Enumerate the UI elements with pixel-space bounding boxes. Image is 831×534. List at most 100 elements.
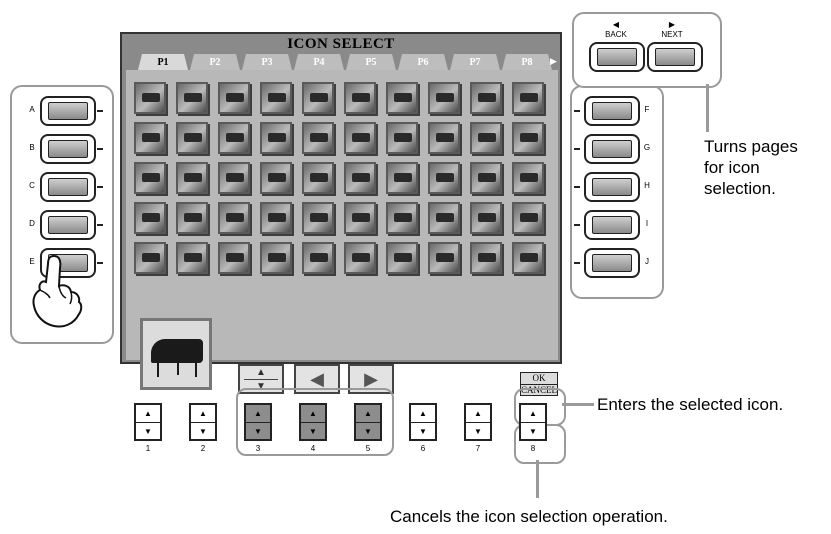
instrument-icon[interactable]: [428, 122, 460, 154]
instrument-icon[interactable]: [302, 242, 334, 274]
panel-button-j[interactable]: [584, 248, 640, 278]
instrument-icon[interactable]: [134, 202, 166, 234]
instrument-icon[interactable]: [386, 122, 418, 154]
tab-p3[interactable]: P3: [242, 54, 292, 70]
tab-p5[interactable]: P5: [346, 54, 396, 70]
panel-button-label: C: [29, 181, 35, 190]
button-number-label: 5: [365, 444, 371, 453]
down-arrow-icon[interactable]: ▼: [356, 423, 380, 440]
tab-p7[interactable]: P7: [450, 54, 500, 70]
number-button-7[interactable]: ▲ ▼: [464, 403, 492, 441]
tab-p1[interactable]: P1: [138, 54, 188, 70]
instrument-icon[interactable]: [386, 242, 418, 274]
number-button-8[interactable]: ▲ ▼: [519, 403, 547, 441]
instrument-icon[interactable]: [428, 82, 460, 114]
instrument-icon[interactable]: [386, 202, 418, 234]
instrument-icon[interactable]: [302, 82, 334, 114]
instrument-icon[interactable]: [344, 202, 376, 234]
panel-button-h[interactable]: [584, 172, 640, 202]
down-arrow-icon[interactable]: ▼: [466, 423, 490, 440]
instrument-icon[interactable]: [512, 162, 544, 194]
next-button-panel[interactable]: [647, 42, 703, 72]
instrument-icon[interactable]: [344, 242, 376, 274]
up-arrow-icon[interactable]: ▲: [301, 405, 325, 423]
up-arrow-icon[interactable]: ▲: [411, 405, 435, 423]
instrument-icon[interactable]: [344, 122, 376, 154]
number-button-4[interactable]: ▲ ▼: [299, 403, 327, 441]
panel-button-d[interactable]: [40, 210, 96, 240]
instrument-icon[interactable]: [218, 122, 250, 154]
instrument-icon[interactable]: [512, 242, 544, 274]
instrument-icon[interactable]: [470, 82, 502, 114]
instrument-icon[interactable]: [512, 122, 544, 154]
instrument-icon[interactable]: [428, 162, 460, 194]
instrument-icon[interactable]: [260, 122, 292, 154]
down-arrow-icon[interactable]: ▼: [136, 423, 160, 440]
instrument-icon[interactable]: [344, 82, 376, 114]
instrument-icon[interactable]: [428, 242, 460, 274]
number-button-5[interactable]: ▲ ▼: [354, 403, 382, 441]
up-arrow-icon[interactable]: ▲: [246, 405, 270, 423]
instrument-icon[interactable]: [134, 122, 166, 154]
number-button-2[interactable]: ▲ ▼: [189, 403, 217, 441]
instrument-icon[interactable]: [512, 82, 544, 114]
instrument-icon[interactable]: [470, 122, 502, 154]
instrument-icon[interactable]: [260, 162, 292, 194]
instrument-icon[interactable]: [134, 162, 166, 194]
number-button-6[interactable]: ▲ ▼: [409, 403, 437, 441]
up-arrow-icon[interactable]: ▲: [521, 405, 545, 423]
ok-label[interactable]: OK: [521, 373, 557, 385]
instrument-icon[interactable]: [176, 122, 208, 154]
down-arrow-icon[interactable]: ▼: [246, 423, 270, 440]
instrument-icon[interactable]: [218, 202, 250, 234]
instrument-icon[interactable]: [302, 122, 334, 154]
back-button[interactable]: [589, 42, 645, 72]
panel-button-c[interactable]: [40, 172, 96, 202]
up-arrow-icon[interactable]: ▲: [356, 405, 380, 423]
down-arrow-icon[interactable]: ▼: [191, 423, 215, 440]
tab-scroll-arrow-icon[interactable]: ▶: [550, 56, 557, 67]
number-button-1[interactable]: ▲ ▼: [134, 403, 162, 441]
panel-button-i[interactable]: [584, 210, 640, 240]
number-button-3[interactable]: ▲ ▼: [244, 403, 272, 441]
instrument-icon[interactable]: [218, 82, 250, 114]
panel-button-a[interactable]: [40, 96, 96, 126]
down-arrow-icon[interactable]: ▼: [301, 423, 325, 440]
instrument-icon[interactable]: [470, 202, 502, 234]
tab-p6[interactable]: P6: [398, 54, 448, 70]
instrument-icon[interactable]: [512, 202, 544, 234]
instrument-icon[interactable]: [176, 202, 208, 234]
tab-p2[interactable]: P2: [190, 54, 240, 70]
down-arrow-icon[interactable]: ▼: [411, 423, 435, 440]
instrument-icon[interactable]: [134, 242, 166, 274]
panel-button-g[interactable]: [584, 134, 640, 164]
instrument-icon[interactable]: [176, 162, 208, 194]
button-tick: [574, 224, 580, 226]
back-arrow-icon: ◀: [612, 20, 620, 29]
tab-p4[interactable]: P4: [294, 54, 344, 70]
instrument-icon[interactable]: [386, 162, 418, 194]
up-arrow-icon[interactable]: ▲: [136, 405, 160, 423]
instrument-icon[interactable]: [218, 162, 250, 194]
instrument-icon[interactable]: [176, 82, 208, 114]
instrument-icon[interactable]: [302, 202, 334, 234]
down-arrow-icon[interactable]: ▼: [521, 423, 545, 440]
instrument-icon[interactable]: [260, 82, 292, 114]
instrument-icon[interactable]: [260, 202, 292, 234]
instrument-icon[interactable]: [260, 242, 292, 274]
instrument-icon[interactable]: [218, 242, 250, 274]
panel-button-f[interactable]: [584, 96, 640, 126]
panel-button-b[interactable]: [40, 134, 96, 164]
instrument-icon[interactable]: [344, 162, 376, 194]
instrument-icon[interactable]: [470, 162, 502, 194]
instrument-icon[interactable]: [428, 202, 460, 234]
instrument-icon[interactable]: [302, 162, 334, 194]
up-arrow-icon[interactable]: ▲: [191, 405, 215, 423]
instrument-icon[interactable]: [386, 82, 418, 114]
instrument-icon[interactable]: [470, 242, 502, 274]
tab-p8[interactable]: P8: [502, 54, 552, 70]
up-arrow-icon[interactable]: ▲: [466, 405, 490, 423]
panel-button-label: G: [643, 143, 651, 152]
instrument-icon[interactable]: [134, 82, 166, 114]
instrument-icon[interactable]: [176, 242, 208, 274]
